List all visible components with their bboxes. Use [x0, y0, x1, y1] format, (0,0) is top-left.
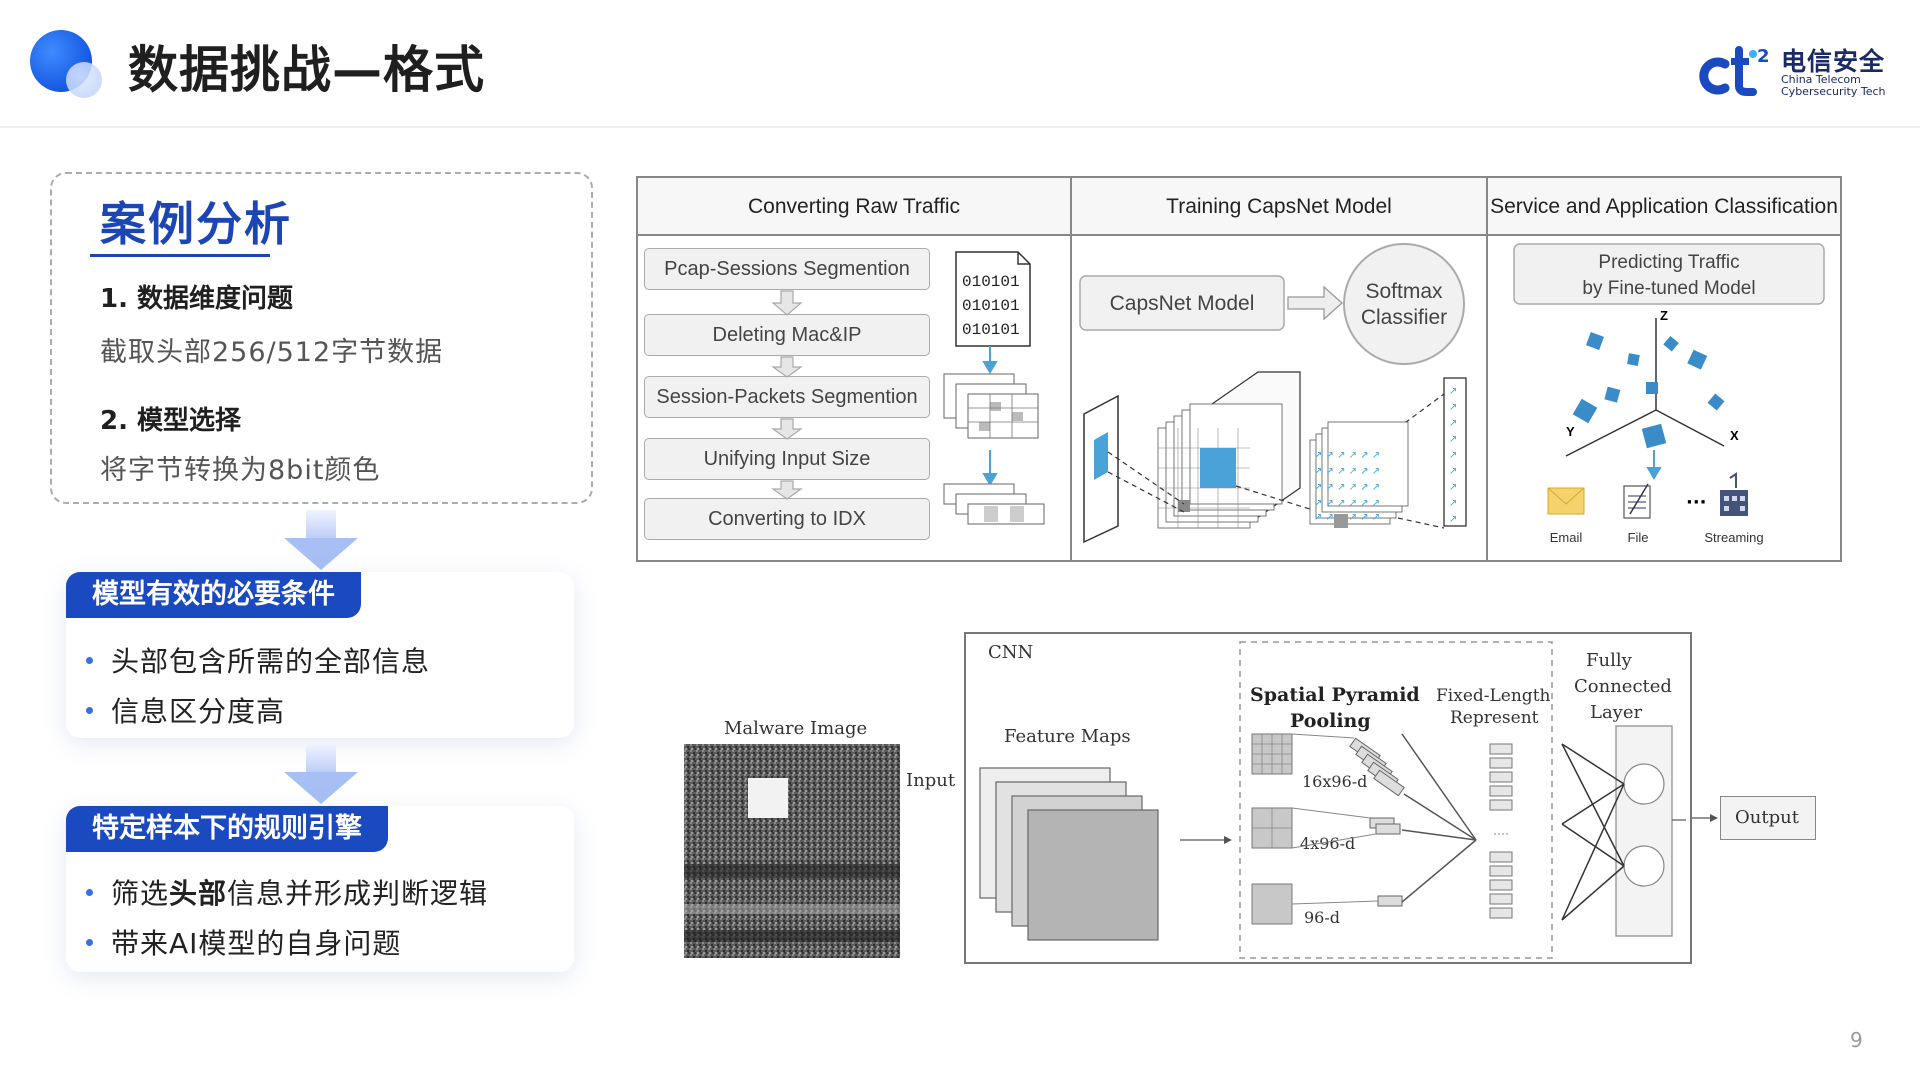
predict-label-line1: Predicting Traffic [1598, 252, 1739, 273]
svg-text:↗ ↗ ↗ ↗ ↗ ↗: ↗ ↗ ↗ ↗ ↗ ↗ [1314, 482, 1380, 493]
svg-text:↗ ↗ ↗ ↗ ↗ ↗: ↗ ↗ ↗ ↗ ↗ ↗ [1314, 450, 1380, 461]
list-item: 信息区分度高 [86, 690, 285, 730]
cnn-spp-figure: CNN Feature Maps Spatial Pyramid Pooling… [964, 632, 1692, 964]
malware-image-label: Malware Image [724, 718, 868, 739]
case-analysis-title: 案例分析 [100, 197, 292, 251]
svg-text:↗: ↗ [1449, 386, 1457, 397]
logo-english-text: China Telecom Cybersecurity Tech [1781, 74, 1886, 98]
axis-x-label: X [1730, 428, 1739, 443]
output-arrow [1692, 814, 1718, 822]
input-label: Input [906, 770, 956, 791]
list-item: 带来AI模型的自身问题 [86, 922, 401, 962]
rule-engine-tag: 特定样本下的规则引擎 [66, 806, 388, 852]
svg-text:↗: ↗ [1449, 418, 1457, 429]
capsnet-diagram-graphics: 010101 010101 010101 CapsNet Model Softm… [771, 243, 1825, 545]
capsnet-model-label: CapsNet Model [1110, 292, 1255, 315]
more-icon: ··· [1686, 492, 1707, 513]
case-analysis-box: 案例分析 1. 数据维度问题 截取头部256/512字节数据 2. 模型选择 将… [50, 172, 593, 504]
email-label: Email [1550, 530, 1583, 545]
predict-label-line2: by Fine-tuned Model [1582, 278, 1755, 299]
softmax-label-line2: Classifier [1361, 306, 1447, 329]
binary-line: 010101 [962, 297, 1020, 315]
list-item: 头部包含所需的全部信息 [86, 640, 430, 680]
necessary-conditions-card: 模型有效的必要条件 头部包含所需的全部信息 信息区分度高 [66, 572, 574, 738]
header-decoration-circle-small [66, 62, 102, 98]
china-telecom-logo: 2 电信安全 China Telecom Cybersecurity Tech [1695, 40, 1895, 100]
svg-text:↗: ↗ [1449, 466, 1457, 477]
slide-header: 数据挑战—格式 2 电信安全 China Telecom Cybersecuri… [0, 0, 1920, 128]
page-title: 数据挑战—格式 [128, 41, 485, 99]
svg-text:↗ ↗ ↗ ↗ ↗ ↗: ↗ ↗ ↗ ↗ ↗ ↗ [1314, 466, 1380, 477]
output-box: Output [1720, 796, 1816, 840]
svg-text:↗: ↗ [1449, 482, 1457, 493]
item2-text: 将字节转换为8bit颜色 [100, 455, 381, 486]
ct2-logo-icon: 2 [1699, 46, 1770, 96]
streaming-icon [1720, 490, 1748, 516]
rule-engine-card: 特定样本下的规则引擎 筛选头部信息并形成判断逻辑 带来AI模型的自身问题 [66, 806, 574, 972]
svg-text:↗: ↗ [1449, 514, 1457, 525]
svg-text:↗ ↗ ↗ ↗ ↗ ↗: ↗ ↗ ↗ ↗ ↗ ↗ [1314, 498, 1380, 509]
logo-superscript: 2 [1757, 46, 1770, 67]
svg-text:↗: ↗ [1449, 434, 1457, 445]
file-label: File [1628, 530, 1649, 545]
down-arrow-2 [284, 744, 358, 806]
email-icon [1547, 487, 1585, 515]
page-number: 9 [1850, 1028, 1863, 1052]
output-label: Output [1735, 807, 1799, 828]
axis-z-label: Z [1660, 308, 1668, 323]
svg-text:↗: ↗ [1449, 498, 1457, 509]
svg-text:↗: ↗ [1449, 402, 1457, 413]
streaming-label: Streaming [1704, 530, 1763, 545]
necessary-conditions-tag: 模型有效的必要条件 [66, 572, 361, 618]
down-arrow-1 [284, 510, 358, 572]
cnn-diagram-graphics [979, 641, 1686, 959]
item1-text: 截取头部256/512字节数据 [100, 337, 444, 368]
binary-line: 010101 [962, 321, 1020, 339]
item2-heading: 2. 模型选择 [100, 406, 242, 436]
malware-image-graphic [684, 744, 900, 958]
case-title-underline [90, 254, 270, 257]
svg-text:↗: ↗ [1449, 450, 1457, 461]
softmax-label-line1: Softmax [1365, 280, 1443, 303]
item1-heading: 1. 数据维度问题 [100, 284, 294, 314]
binary-line: 010101 [962, 273, 1020, 291]
axis-y-label: Y [1566, 424, 1575, 439]
logo-english-line2: Cybersecurity Tech [1781, 85, 1886, 98]
capsnet-pipeline-figure: Converting Raw Traffic Training CapsNet … [636, 176, 1842, 562]
list-item: 筛选头部信息并形成判断逻辑 [86, 872, 488, 912]
